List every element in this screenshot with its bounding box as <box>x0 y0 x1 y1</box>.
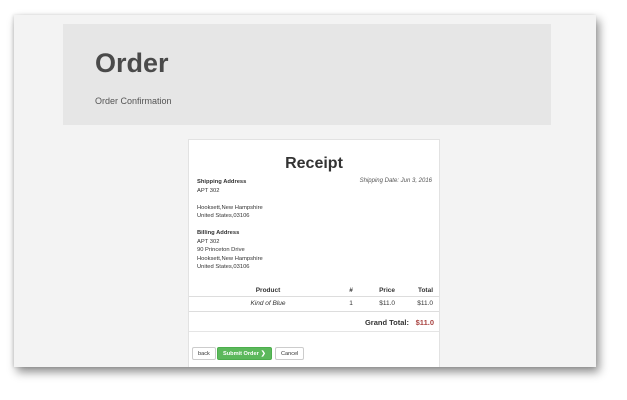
browser-window: Order Order Confirmation Receipt Shippin… <box>14 15 596 367</box>
page-title: Order <box>95 48 169 78</box>
cancel-button-label: Cancel <box>281 351 299 357</box>
shipping-line <box>197 195 263 204</box>
table-header-row: Product # Price Total <box>189 284 439 297</box>
col-total-header: Total <box>417 287 433 294</box>
back-button[interactable]: back <box>192 347 216 360</box>
receipt-title: Receipt <box>285 155 343 172</box>
shipping-line: United States,03106 <box>197 213 250 219</box>
grand-total-row: Grand Total: $11.0 <box>189 314 439 330</box>
billing-address: Billing Address APT 302 90 Princeton Dri… <box>197 229 263 272</box>
receipt-panel: Receipt Shipping Date: Jun 3, 2016 Shipp… <box>188 139 440 367</box>
shipping-line: Hooksett,New Hampshire <box>197 204 263 211</box>
grand-total-label: Grand Total: <box>364 318 409 327</box>
col-product-header: Product <box>255 287 281 294</box>
qty-cell: 1 <box>349 300 353 307</box>
shipping-line: APT 302 <box>197 187 220 194</box>
submit-order-button[interactable]: Submit Order ❯ <box>217 347 272 360</box>
billing-line: Hooksett,New Hampshire <box>197 255 263 262</box>
shipping-date: Shipping Date: Jun 3, 2016 <box>359 178 432 184</box>
chevron-right-icon: ❯ <box>260 351 266 357</box>
table-row: Kind of Blue 1 $11.0 $11.0 <box>189 297 439 312</box>
page-subtitle: Order Confirmation <box>95 96 172 106</box>
order-header: Order Order Confirmation <box>63 24 551 125</box>
billing-line: 90 Princeton Drive <box>197 247 245 253</box>
billing-address-label: Billing Address <box>197 230 240 236</box>
back-button-label: back <box>198 351 210 357</box>
grand-total-value: $11.0 <box>415 318 434 327</box>
shipping-address: Shipping Address APT 302 Hooksett,New Ha… <box>197 178 263 221</box>
total-cell: $11.0 <box>417 300 433 307</box>
billing-line: United States,03106 <box>197 264 250 270</box>
shipping-address-label: Shipping Address <box>197 179 247 185</box>
submit-order-label: Submit Order <box>223 351 259 357</box>
actions-divider <box>189 331 439 332</box>
cancel-button[interactable]: Cancel <box>275 347 305 360</box>
col-price-header: Price <box>379 287 395 294</box>
billing-line: APT 302 <box>197 238 220 245</box>
price-cell: $11.0 <box>379 300 395 307</box>
col-qty-header: # <box>349 287 353 294</box>
product-cell: Kind of Blue <box>250 300 286 307</box>
